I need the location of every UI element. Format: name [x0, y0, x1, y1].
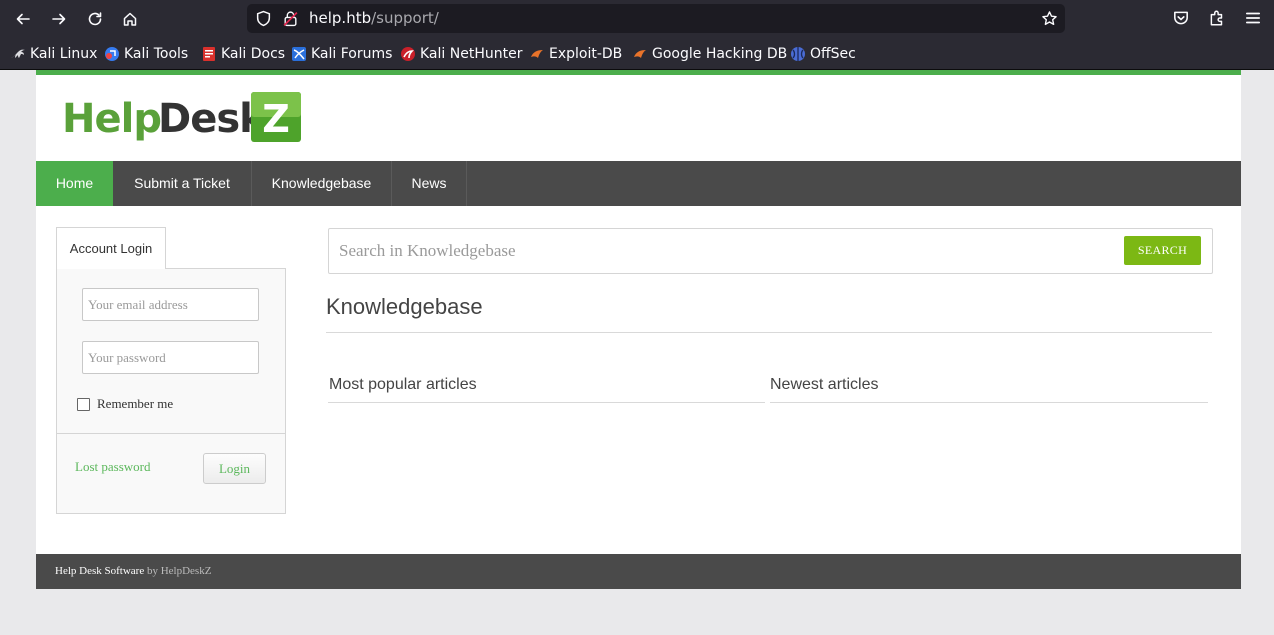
- kali-dragon-icon: [11, 49, 25, 58]
- bookmark-label: Kali Docs: [221, 46, 286, 62]
- svg-text:Desk: Desk: [158, 96, 267, 142]
- bookmark-label: Exploit-DB: [549, 46, 623, 62]
- newest-articles-divider: [770, 402, 1208, 403]
- bookmark-label: OffSec: [810, 46, 856, 62]
- reload-button[interactable]: [82, 6, 108, 32]
- reload-icon: [88, 12, 102, 26]
- hamburger-menu-icon[interactable]: [1244, 9, 1262, 27]
- home-button[interactable]: [117, 6, 143, 32]
- url-path: /support/: [371, 9, 439, 27]
- browser-toolbar: help.htb/support/: [0, 0, 1274, 37]
- footer-by-text: by HelpDeskZ: [146, 565, 212, 577]
- bookmark-google-hacking-db[interactable]: Google Hacking DB: [632, 45, 787, 63]
- newest-articles-heading: Newest articles: [770, 376, 879, 393]
- nethunter-icon: [401, 47, 415, 61]
- page-title: Knowledgebase: [326, 294, 483, 319]
- url-host: help.htb: [309, 9, 372, 27]
- ghdb-icon: [634, 50, 646, 58]
- bookmark-label: Kali NetHunter: [420, 46, 523, 62]
- nav-news[interactable]: News: [392, 161, 467, 206]
- nav-submit-ticket[interactable]: Submit a Ticket: [113, 161, 252, 206]
- kali-docs-icon: [203, 47, 215, 61]
- login-panel: Remember me Lost password Login: [56, 268, 286, 514]
- bookmark-offsec[interactable]: OffSec: [790, 45, 856, 63]
- popular-articles-divider: [328, 402, 765, 403]
- url-text[interactable]: help.htb/support/: [309, 9, 439, 28]
- extensions-icon[interactable]: [1208, 9, 1226, 27]
- footer: Help Desk Software by HelpDeskZ: [36, 554, 1241, 589]
- nav-knowledgebase[interactable]: Knowledgebase: [252, 161, 392, 206]
- top-accent-bar: [36, 70, 1241, 75]
- back-button[interactable]: [10, 6, 36, 32]
- bookmark-label: Kali Linux: [30, 46, 98, 62]
- svg-text:Z: Z: [262, 97, 290, 141]
- arrow-left-icon: [16, 13, 30, 25]
- kb-search-box: SEARCH: [328, 228, 1213, 274]
- bookmark-kali-nethunter[interactable]: Kali NetHunter: [400, 45, 522, 63]
- shield-icon[interactable]: [255, 10, 272, 27]
- bookmarks-toolbar: Kali Linux Kali Tools Kali Docs Kali For…: [0, 37, 1274, 70]
- search-button[interactable]: SEARCH: [1124, 236, 1201, 265]
- insecure-lock-icon[interactable]: [282, 10, 299, 27]
- remember-me-label: Remember me: [97, 396, 174, 411]
- title-divider: [326, 332, 1212, 333]
- offsec-icon: [791, 47, 805, 61]
- login-divider: [57, 433, 285, 434]
- bookmark-kali-docs[interactable]: Kali Docs: [201, 45, 285, 63]
- kali-tools-icon: [105, 47, 119, 61]
- account-login-tab[interactable]: Account Login: [56, 227, 166, 269]
- kali-forums-icon: [292, 47, 306, 61]
- nav-home[interactable]: Home: [36, 161, 113, 206]
- helpdeskz-logo[interactable]: Help Desk Z: [62, 90, 302, 144]
- svg-text:Help: Help: [62, 96, 161, 142]
- home-icon: [123, 12, 137, 26]
- popular-articles-heading: Most popular articles: [329, 376, 477, 393]
- exploit-db-icon: [531, 50, 543, 58]
- bookmark-star-icon[interactable]: [1041, 10, 1058, 27]
- main-nav: Home Submit a Ticket Knowledgebase News: [36, 161, 1241, 206]
- bookmark-label: Google Hacking DB: [652, 46, 788, 62]
- forward-button[interactable]: [46, 6, 72, 32]
- lost-password-link[interactable]: Lost password: [75, 459, 150, 475]
- kb-search-input[interactable]: [329, 229, 1109, 273]
- url-bar[interactable]: help.htb/support/: [247, 4, 1065, 33]
- pocket-icon[interactable]: [1172, 9, 1190, 27]
- bookmark-kali-linux[interactable]: Kali Linux: [10, 45, 97, 63]
- bookmark-exploit-db[interactable]: Exploit-DB: [529, 45, 622, 63]
- bookmark-label: Kali Tools: [124, 46, 189, 62]
- email-field[interactable]: [82, 288, 259, 321]
- bookmark-kali-forums[interactable]: Kali Forums: [291, 45, 392, 63]
- page-container: Help Desk Z Home Submit a Ticket Knowled…: [36, 70, 1241, 589]
- footer-software-link[interactable]: Help Desk Software: [55, 565, 144, 577]
- password-field[interactable]: [82, 341, 259, 374]
- bookmark-kali-tools[interactable]: Kali Tools: [104, 45, 188, 63]
- remember-me[interactable]: Remember me: [77, 396, 173, 412]
- bookmark-label: Kali Forums: [311, 46, 393, 62]
- login-button[interactable]: Login: [203, 453, 266, 484]
- remember-me-checkbox[interactable]: [77, 397, 90, 411]
- arrow-right-icon: [52, 13, 66, 25]
